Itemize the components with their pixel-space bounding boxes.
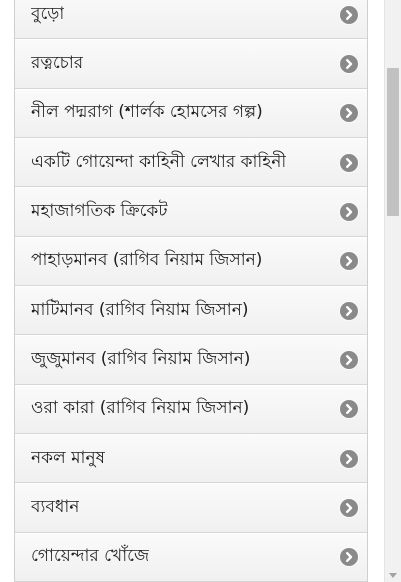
list-item-label: বুড়ো xyxy=(31,3,65,24)
list-item-label: ব্যবধান xyxy=(31,497,80,518)
list-item[interactable]: বুড়ো xyxy=(15,0,367,40)
viewport: বুড়ো রত্নচোর নীল পদ্মরাগ (শার্লক হোমসের… xyxy=(0,0,401,582)
list-item[interactable]: মাটিমানব (রাগিব নিয়াম জিসান) xyxy=(15,286,367,336)
list-item-label: রত্নচোর xyxy=(31,53,84,74)
chevron-right-circle-icon xyxy=(340,5,358,24)
list-item-label: গোয়েন্দার খোঁজে xyxy=(31,546,150,567)
list-item-label: নকল মানুষ xyxy=(31,447,106,468)
chevron-right-circle-icon xyxy=(340,252,358,271)
list-item-label: জুজুমানব (রাগিব নিয়াম জিসান) xyxy=(31,349,251,370)
story-list: বুড়ো রত্নচোর নীল পদ্মরাগ (শার্লক হোমসের… xyxy=(14,0,368,582)
list-item-label: মহাজাগতিক ক্রিকেট xyxy=(31,201,168,222)
chevron-right-circle-icon xyxy=(340,449,358,468)
list-item[interactable]: রত্নচোর xyxy=(15,39,367,89)
list-item-label: পাহাড়মানব (রাগিব নিয়াম জিসান) xyxy=(31,250,263,271)
list-item[interactable]: জুজুমানব (রাগিব নিয়াম জিসান) xyxy=(15,335,367,385)
chevron-right-circle-icon xyxy=(340,153,358,172)
chevron-right-circle-icon xyxy=(340,548,358,567)
list-item[interactable]: নীল পদ্মরাগ (শার্লক হোমসের গল্প) xyxy=(15,88,367,139)
list-item[interactable]: ব্যবধান xyxy=(15,483,367,533)
list-item[interactable]: পাহাড়মানব (রাগিব নিয়াম জিসান) xyxy=(15,236,367,287)
list-item-label: ওরা কারা (রাগিব নিয়াম জিসান) xyxy=(31,398,250,419)
list-item-label: নীল পদ্মরাগ (শার্লক হোমসের গল্প) xyxy=(31,102,263,123)
chevron-right-circle-icon xyxy=(340,400,358,419)
chevron-right-circle-icon xyxy=(340,104,358,123)
list-item[interactable]: মহাজাগতিক ক্রিকেট xyxy=(15,187,367,237)
chevron-right-circle-icon xyxy=(340,499,358,518)
chevron-right-circle-icon xyxy=(340,351,358,370)
list-item[interactable]: একটি গোয়েন্দা কাহিনী লেখার কাহিনী xyxy=(15,138,367,188)
vertical-scrollbar[interactable] xyxy=(384,0,401,582)
chevron-right-circle-icon xyxy=(340,203,358,222)
chevron-right-circle-icon xyxy=(340,301,358,320)
list-item-label: মাটিমানব (রাগিব নিয়াম জিসান) xyxy=(31,299,249,320)
chevron-right-circle-icon xyxy=(340,55,358,74)
list-item-label: একটি গোয়েন্দা কাহিনী লেখার কাহিনী xyxy=(31,151,287,172)
scroll-down-arrow-icon[interactable] xyxy=(389,573,397,578)
list-item[interactable]: ওরা কারা (রাগিব নিয়াম জিসান) xyxy=(15,384,367,435)
scrollbar-thumb[interactable] xyxy=(387,68,399,216)
list-item[interactable]: গোয়েন্দার খোঁজে xyxy=(15,532,367,582)
list-item[interactable]: নকল মানুষ xyxy=(15,434,367,484)
